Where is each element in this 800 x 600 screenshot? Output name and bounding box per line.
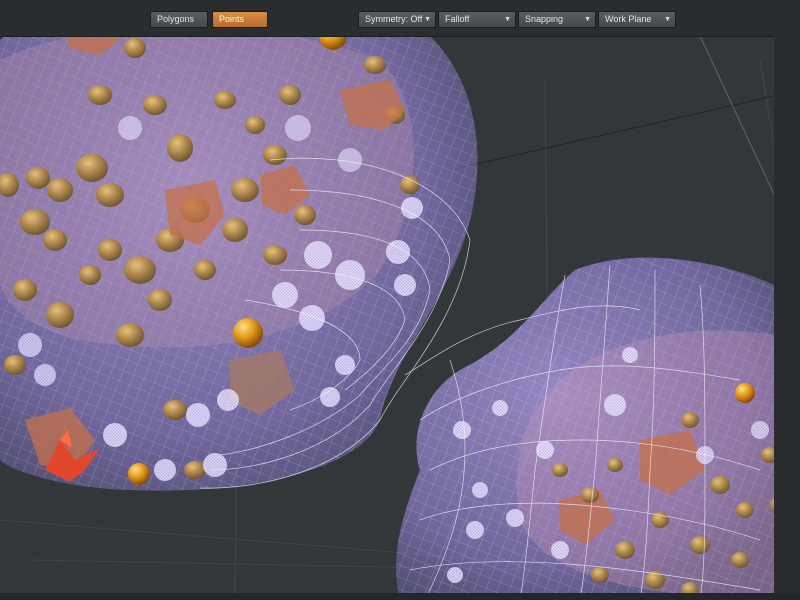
3d-viewport[interactable] xyxy=(0,37,800,600)
falloff-dropdown[interactable]: Falloff ▼ xyxy=(438,11,516,28)
work-plane-dropdown[interactable]: Work Plane ▼ xyxy=(598,11,676,28)
modeling-toolbar: Polygons Points Symmetry: Off ▼ Falloff … xyxy=(0,0,800,37)
bottom-status-edge xyxy=(0,593,800,600)
work-plane-label: Work Plane xyxy=(605,14,652,24)
chevron-down-icon: ▼ xyxy=(664,16,671,23)
symmetry-label: Symmetry: Off xyxy=(365,14,423,24)
symmetry-dropdown[interactable]: Symmetry: Off ▼ xyxy=(358,11,436,28)
right-panel-edge xyxy=(774,36,800,600)
points-mode-label: Points xyxy=(219,14,245,24)
points-mode-button[interactable]: Points xyxy=(212,11,268,28)
polygons-mode-button[interactable]: Polygons xyxy=(150,11,208,28)
snapping-dropdown[interactable]: Snapping ▼ xyxy=(518,11,596,28)
viewport-scene xyxy=(0,37,800,600)
snapping-label: Snapping xyxy=(525,14,564,24)
chevron-down-icon: ▼ xyxy=(424,16,431,23)
falloff-label: Falloff xyxy=(445,14,470,24)
chevron-down-icon: ▼ xyxy=(584,16,591,23)
polygons-mode-label: Polygons xyxy=(157,14,195,24)
chevron-down-icon: ▼ xyxy=(504,16,511,23)
